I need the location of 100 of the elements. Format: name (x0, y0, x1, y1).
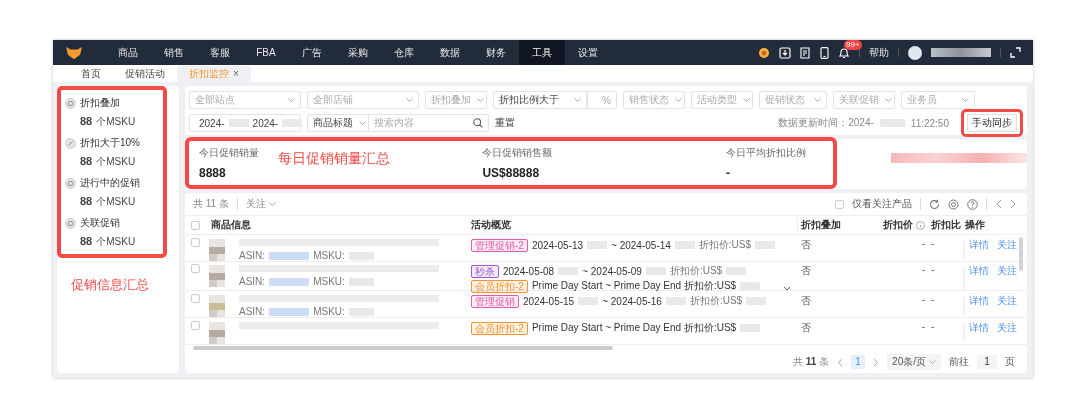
goto-page-input[interactable]: 1 (977, 355, 997, 369)
chevron-right-icon[interactable] (873, 357, 880, 367)
chevron-down-icon (477, 98, 484, 102)
filter-select[interactable]: 折扣比例大于 (493, 91, 587, 109)
chevron-down-icon (406, 98, 413, 102)
checkbox[interactable] (191, 294, 200, 303)
chevron-left-icon[interactable] (995, 199, 1002, 209)
nav-menu-item[interactable]: 采购 (335, 40, 381, 65)
stat-value: - (725, 166, 731, 180)
summary-label[interactable]: 进行中的促销 (80, 176, 140, 190)
target-icon[interactable] (758, 46, 770, 59)
scrollbar[interactable] (1019, 237, 1023, 271)
nav-menu-item[interactable]: 数据 (427, 40, 473, 65)
nav-menu-item[interactable]: 商品 (105, 40, 151, 65)
avatar-icon[interactable] (908, 45, 922, 60)
column-header: 操作 (965, 218, 986, 232)
action-link[interactable]: 详情 (969, 294, 989, 317)
summary-count: 88 (80, 115, 93, 127)
download-icon[interactable] (779, 46, 791, 59)
table-cell-text: 否 (800, 264, 812, 278)
checkbox[interactable] (191, 264, 200, 273)
help-icon[interactable] (967, 198, 978, 210)
help-link[interactable]: 帮助 (869, 45, 889, 60)
chevron-down-icon (962, 98, 969, 102)
checkbox[interactable] (835, 199, 844, 209)
goto-suffix: 页 (1005, 355, 1015, 369)
reset-button[interactable]: 重置 (495, 116, 515, 130)
price-label: 折扣价:US$ (689, 294, 743, 308)
blurred-text (269, 277, 310, 286)
summary-unit: 个MSKU (96, 155, 136, 169)
chevron-down-icon (268, 202, 276, 206)
bell-icon[interactable] (838, 46, 850, 59)
table-cell-text: - (920, 264, 926, 275)
chevron-down-icon (743, 98, 750, 102)
msku-label: MSKU: (313, 276, 345, 287)
stat-label: 今日促销销售额 (482, 146, 554, 160)
fullscreen-icon[interactable] (1010, 47, 1021, 58)
phone-icon[interactable] (820, 46, 829, 59)
nav-menu-item[interactable]: 设置 (565, 40, 611, 65)
refresh-icon[interactable] (929, 198, 940, 210)
asin-label: ASIN: (239, 276, 266, 287)
checkbox[interactable] (191, 321, 200, 330)
chevron-down-icon (288, 98, 295, 102)
activity-text: 2024-05-15 (523, 295, 575, 307)
chevron-left-icon[interactable] (837, 357, 844, 367)
chevron-down-icon (814, 98, 821, 102)
stat-label: 今日平均折扣比例 (725, 146, 807, 160)
action-link[interactable]: 详情 (969, 238, 989, 261)
table-cell-text: - (931, 264, 936, 275)
nav-menu-item[interactable]: 仓库 (381, 40, 427, 65)
settings-icon[interactable] (948, 198, 959, 210)
action-link[interactable]: 关注 (997, 321, 1017, 344)
promotion-tag: 管理促销 (471, 294, 519, 308)
chevron-right-icon[interactable] (1010, 199, 1017, 209)
page-tab[interactable]: 促销活动 (113, 66, 177, 82)
stat-value: 8888 (199, 166, 227, 180)
close-icon[interactable]: × (233, 68, 239, 79)
page-tab[interactable]: 折扣监控 × (177, 66, 251, 82)
nav-menu-item[interactable]: 工具 (519, 40, 565, 65)
msku-label: MSKU: (313, 250, 345, 261)
checkbox[interactable] (191, 238, 200, 247)
summary-icon (65, 97, 76, 109)
help-icon (916, 220, 925, 230)
action-link[interactable]: 关注 (997, 264, 1017, 293)
summary-label[interactable]: 关联促销 (80, 216, 120, 230)
update-time-label: 数据更新时间：2024- (778, 116, 874, 130)
search-field-select[interactable]: 商品标题 (307, 114, 369, 132)
update-time: 11:22:50 (910, 117, 949, 129)
summary-label[interactable]: 折扣大于10% (80, 136, 140, 150)
nav-menu-item[interactable]: FBA (243, 40, 289, 65)
nav-menu-item[interactable]: 财务 (473, 40, 519, 65)
page-size-select[interactable]: 20条/页 (887, 354, 941, 370)
summary-count: 88 (80, 195, 93, 207)
column-header: 折扣价 (883, 218, 913, 232)
chevron-down-icon[interactable] (783, 286, 791, 291)
page-tab[interactable]: 首页 (69, 66, 113, 82)
summary-unit: 个MSKU (96, 195, 136, 209)
date-range-field[interactable]: 2024- 2024- (189, 114, 301, 132)
summary-unit: 个MSKU (96, 115, 136, 129)
nav-menu-item[interactable]: 客服 (197, 40, 243, 65)
action-link[interactable]: 关注 (997, 238, 1017, 261)
action-link[interactable]: 详情 (969, 321, 989, 344)
follow-dropdown[interactable]: 关注 (245, 197, 276, 211)
checkbox[interactable] (191, 220, 200, 230)
summary-count: 88 (80, 155, 93, 167)
action-link[interactable]: 关注 (997, 294, 1017, 317)
table-cell-text: 否 (800, 238, 812, 252)
nav-menu-item[interactable]: 广告 (289, 40, 335, 65)
scrollbar[interactable] (193, 346, 613, 350)
column-header: 活动概览 (471, 218, 512, 232)
chevron-down-icon (675, 98, 682, 102)
summary-icon (65, 177, 76, 189)
document-icon[interactable] (800, 46, 811, 59)
table-cell-text: - (931, 238, 936, 249)
summary-icon (65, 217, 76, 229)
activity-text: Prime Day Start ~ Prime Day End 折扣价:US$ (531, 321, 737, 335)
summary-label[interactable]: 折扣叠加 (80, 96, 120, 110)
sync-button[interactable]: 手动同步 (967, 114, 1017, 132)
nav-menu-item[interactable]: 销售 (151, 40, 197, 65)
action-link[interactable]: 详情 (969, 264, 989, 293)
